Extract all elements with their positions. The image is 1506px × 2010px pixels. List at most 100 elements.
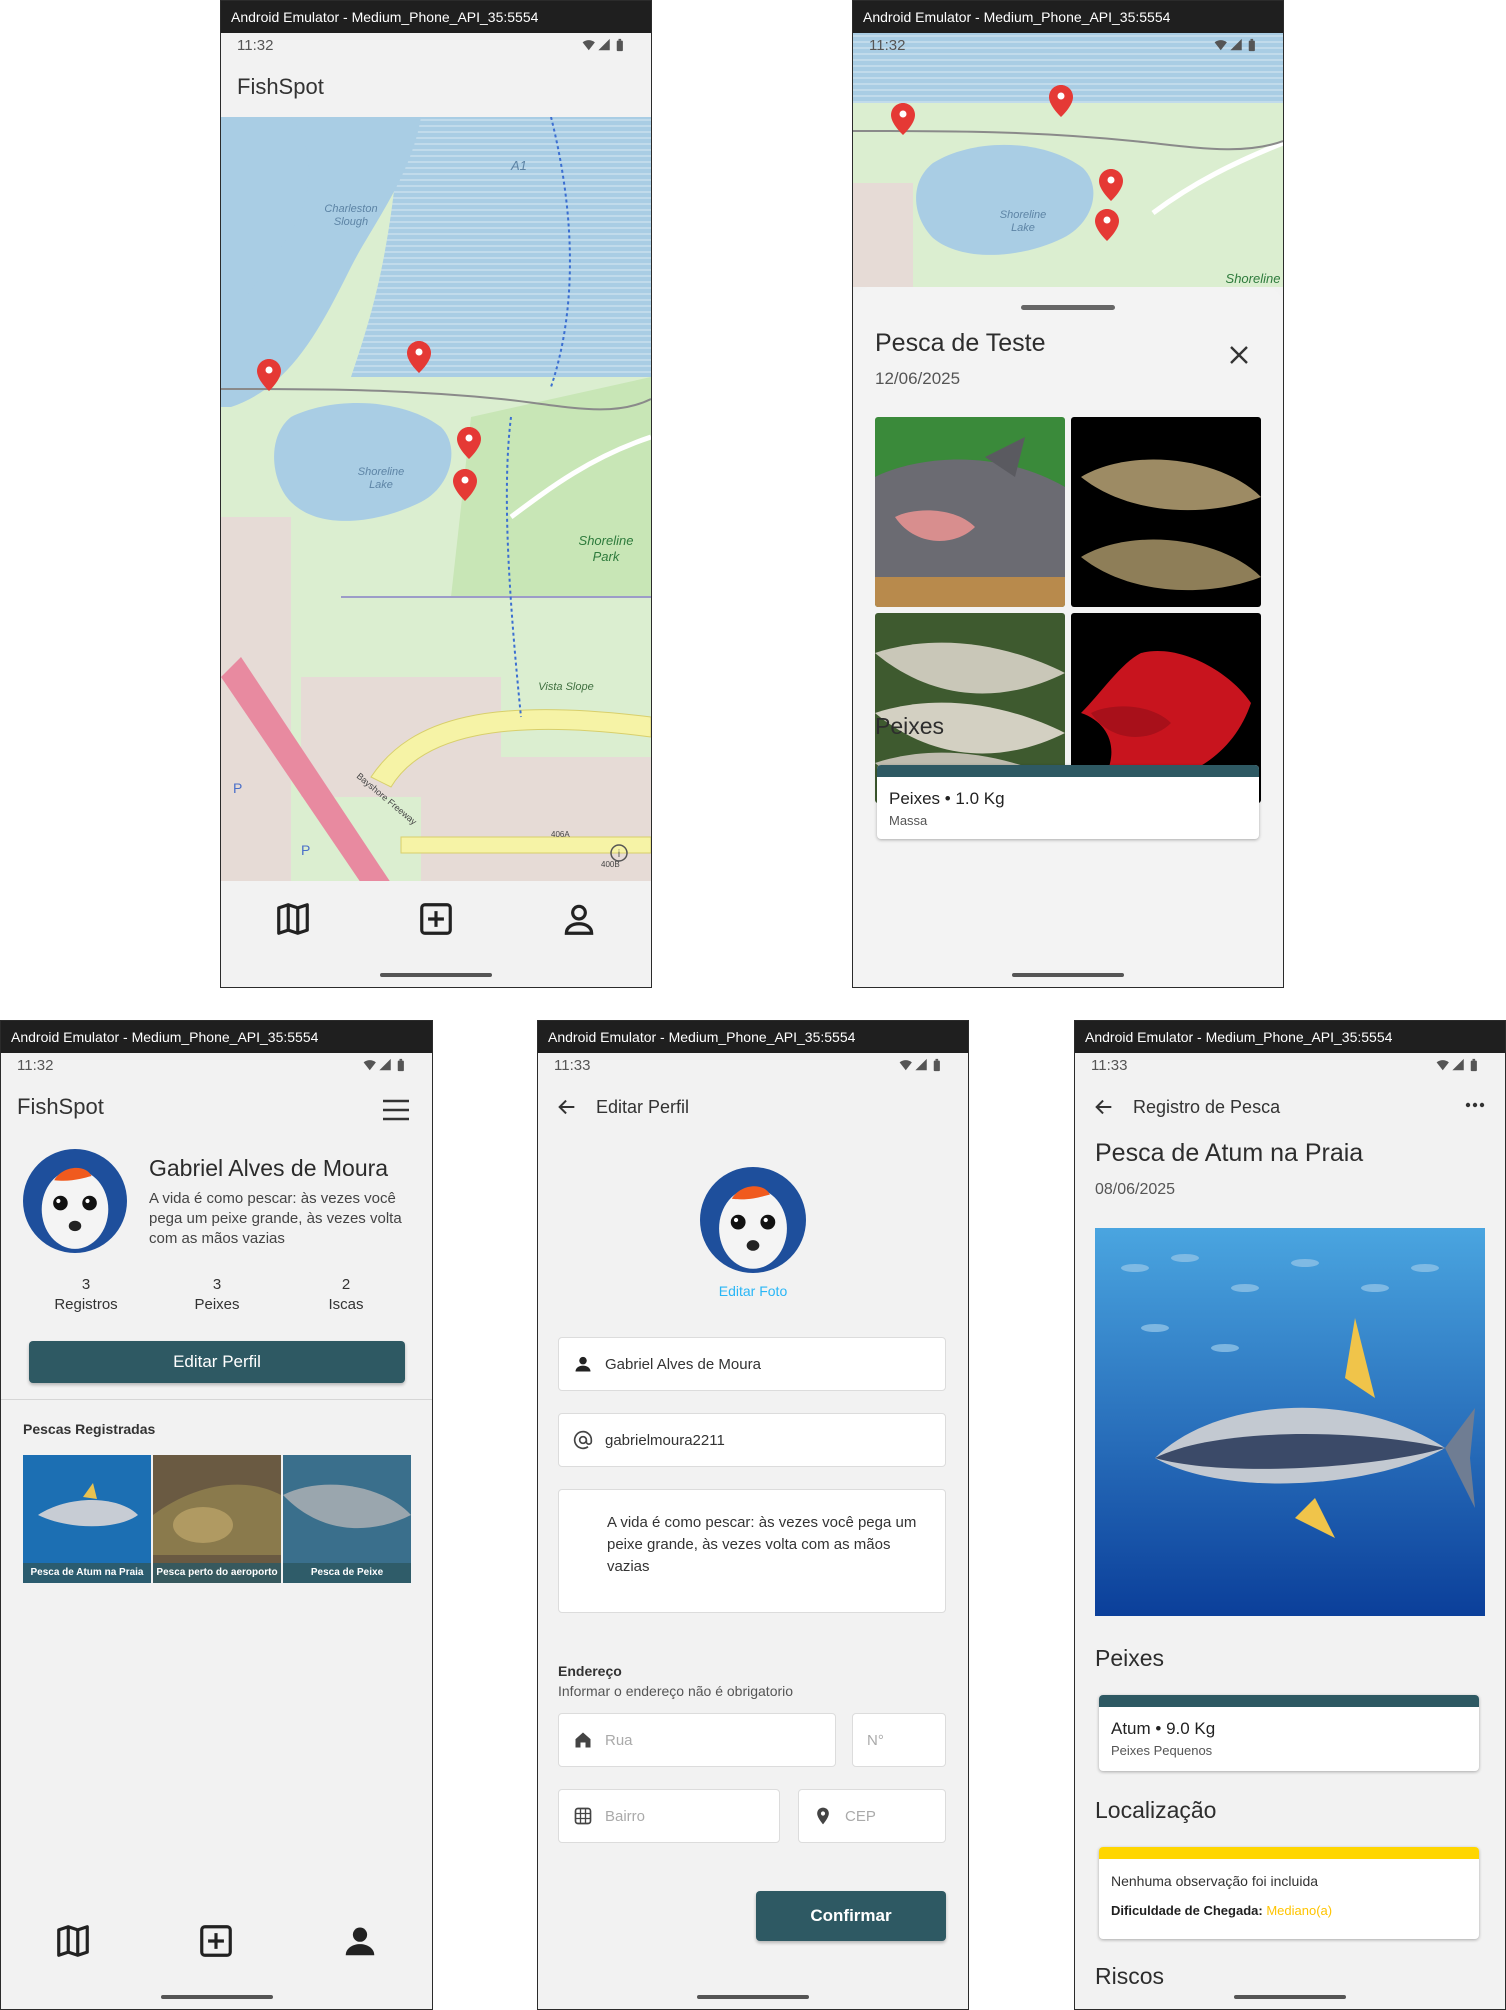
edit-photo-link[interactable]: Editar Foto <box>538 1283 968 1299</box>
status-bar: 11:32 <box>221 33 651 57</box>
sheet-drag-handle[interactable] <box>1021 305 1115 310</box>
fish-section-header: Peixes <box>1095 1645 1165 1671</box>
map-label-charleston: Charleston <box>324 203 377 215</box>
stat-iscas: 2 Iscas <box>301 1275 391 1315</box>
svg-text:Lake: Lake <box>369 479 393 491</box>
records-grid: Pesca de Atum na Praia Pesca perto do ae… <box>23 1455 411 1583</box>
address-title: Endereço <box>558 1663 622 1679</box>
nav-add-button[interactable] <box>412 895 460 943</box>
top-app-bar: Editar Perfil <box>538 1077 968 1137</box>
status-bar: 11:33 <box>1075 1053 1505 1077</box>
app-title: FishSpot <box>237 74 324 99</box>
nav-add-button[interactable] <box>192 1917 240 1965</box>
home-indicator <box>1234 1995 1346 1999</box>
number-placeholder: N° <box>867 1731 884 1749</box>
back-arrow-icon[interactable] <box>1093 1096 1115 1118</box>
emulator-title: Android Emulator - Medium_Phone_API_35:5… <box>1 1021 432 1053</box>
avatar[interactable] <box>700 1167 806 1273</box>
tuna-photo[interactable] <box>1095 1228 1485 1616</box>
record-date: 12/06/2025 <box>875 369 961 388</box>
svg-text:Lake: Lake <box>1011 222 1035 234</box>
record-thumbnail[interactable]: Pesca perto do aeroporto <box>153 1455 281 1583</box>
record-thumbnail[interactable]: Pesca de Atum na Praia <box>23 1455 151 1583</box>
fish-card-name: Peixes • 1.0 Kg <box>889 789 1005 808</box>
emulator-window-detail: Android Emulator - Medium_Phone_API_35:5… <box>852 0 1284 988</box>
status-time: 11:32 <box>869 36 906 54</box>
map-icon <box>54 1922 92 1960</box>
close-icon[interactable] <box>1227 343 1251 367</box>
profile-name: Gabriel Alves de Moura <box>149 1155 389 1181</box>
fish-card[interactable]: Peixes • 1.0 Kg Massa <box>877 765 1259 839</box>
thumbnail-caption: Pesca de Atum na Praia <box>23 1563 151 1583</box>
username-field[interactable]: gabrielmoura2211 <box>558 1413 946 1467</box>
zip-field[interactable]: CEP <box>798 1789 946 1843</box>
map-label-shoreline-park: Shoreline <box>579 533 634 548</box>
status-bar: 11:32 <box>1 1053 432 1077</box>
status-icons <box>1435 1058 1489 1072</box>
back-arrow-icon[interactable] <box>556 1096 578 1118</box>
street-field[interactable]: Rua <box>558 1713 836 1767</box>
home-icon <box>575 1732 591 1748</box>
add-box-icon <box>197 1922 235 1960</box>
menu-icon[interactable] <box>382 1099 410 1121</box>
map-view[interactable]: Shoreline Lake Shoreline <box>853 33 1283 287</box>
nav-profile-button[interactable] <box>555 895 603 943</box>
emulator-window-record: Android Emulator - Medium_Phone_API_35:5… <box>1074 1020 1506 2010</box>
record-title: Pesca de Atum na Praia <box>1095 1139 1364 1167</box>
bottom-navigation <box>221 881 651 987</box>
fish-card[interactable]: Atum • 9.0 Kg Peixes Pequenos <box>1099 1695 1479 1771</box>
stat-peixes: 3 Peixes <box>172 1275 262 1315</box>
add-box-icon <box>417 900 455 938</box>
status-bar: 11:32 <box>853 33 1283 57</box>
thumbnail-caption: Pesca de Peixe <box>283 1563 411 1583</box>
map-icon <box>274 900 312 938</box>
status-time: 11:32 <box>17 1056 54 1074</box>
profile-bio: A vida é como pescar: às vezes você pega… <box>149 1190 402 1247</box>
divider <box>1 1399 432 1400</box>
district-placeholder: Bairro <box>605 1807 646 1825</box>
nav-map-button[interactable] <box>269 895 317 943</box>
nav-profile-button[interactable] <box>336 1917 384 1965</box>
map-label-parking: P <box>233 780 242 796</box>
fish-card-bar <box>877 765 1259 777</box>
section-title: Pescas Registradas <box>23 1421 156 1437</box>
at-icon <box>573 1430 593 1450</box>
map-label-a1: A1 <box>510 158 527 173</box>
record-thumbnail[interactable]: Pesca de Peixe <box>283 1455 411 1583</box>
status-icons <box>362 1058 416 1072</box>
status-icons <box>1213 38 1267 52</box>
stat-value: 3 <box>81 1276 91 1293</box>
person-icon <box>573 1354 593 1374</box>
home-indicator <box>380 973 492 977</box>
location-card: Nenhuma observação foi incluida Dificuld… <box>1099 1847 1479 1939</box>
svg-text:Park: Park <box>593 549 621 564</box>
home-indicator <box>697 1995 809 1999</box>
fish-photo[interactable] <box>1071 417 1261 607</box>
photo-grid <box>875 417 1263 803</box>
emulator-window-profile: Android Emulator - Medium_Phone_API_35:5… <box>0 1020 433 2010</box>
nav-map-button[interactable] <box>49 1917 97 1965</box>
fish-photo[interactable] <box>875 417 1065 607</box>
emulator-window-edit: Android Emulator - Medium_Phone_API_35:5… <box>537 1020 969 2010</box>
svg-text:P: P <box>301 842 310 858</box>
avatar <box>23 1149 127 1253</box>
grid-icon <box>574 1807 592 1825</box>
bio-textarea[interactable]: A vida é como pescar: às vezes você pega… <box>558 1489 946 1613</box>
address-hint: Informar o endereço não é obrigatorio <box>558 1683 794 1699</box>
name-value: Gabriel Alves de Moura <box>605 1355 761 1373</box>
status-icons <box>898 1058 952 1072</box>
district-field[interactable]: Bairro <box>558 1789 780 1843</box>
stat-label: Peixes <box>194 1296 240 1313</box>
street-placeholder: Rua <box>605 1731 633 1749</box>
more-options-icon[interactable] <box>1463 1093 1487 1117</box>
number-field[interactable]: N° <box>852 1713 946 1767</box>
name-field[interactable]: Gabriel Alves de Moura <box>558 1337 946 1391</box>
page-title: Registro de Pesca <box>1133 1096 1281 1117</box>
page-title: Editar Perfil <box>596 1096 690 1117</box>
fish-card-category: Peixes Pequenos <box>1111 1743 1213 1758</box>
zip-placeholder: CEP <box>845 1807 876 1825</box>
confirm-button[interactable]: Confirmar <box>756 1891 946 1941</box>
edit-profile-button[interactable]: Editar Perfil <box>29 1341 405 1383</box>
stat-registros: 3 Registros <box>41 1275 131 1315</box>
map-view[interactable]: A1 Charleston Slough Shoreline Lake Shor… <box>221 117 651 883</box>
